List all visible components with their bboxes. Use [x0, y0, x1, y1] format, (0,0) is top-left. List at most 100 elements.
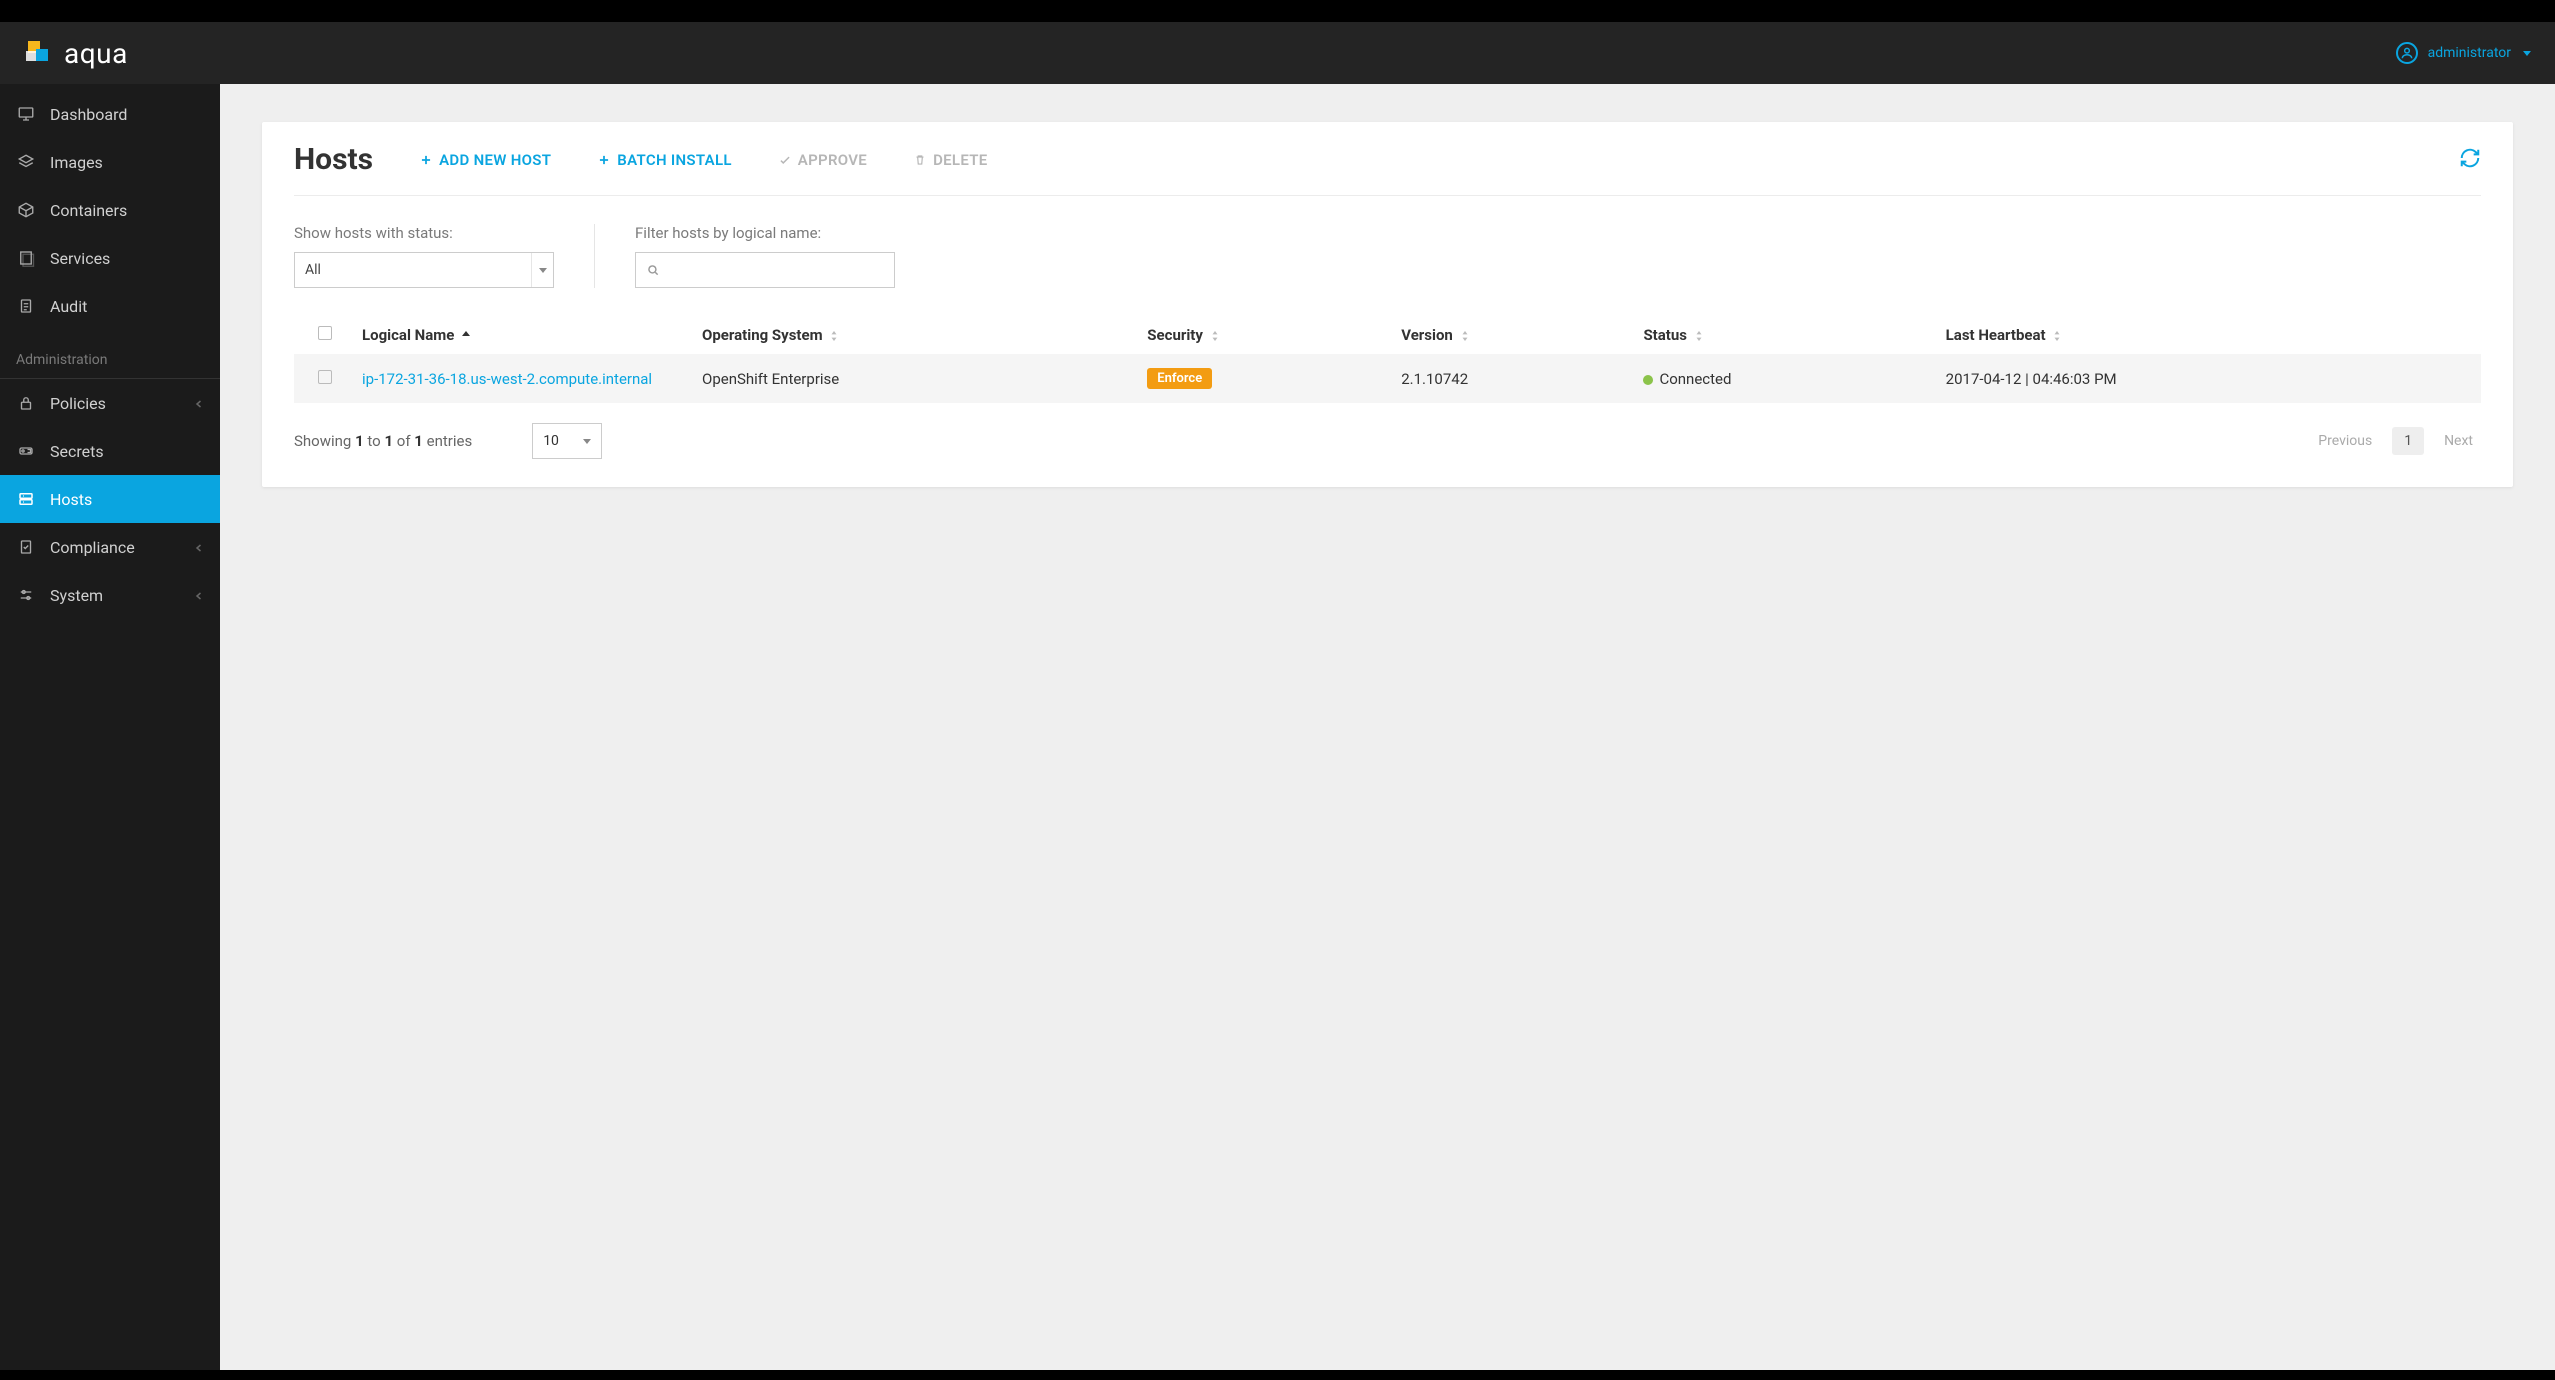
select-all-checkbox[interactable] [318, 326, 332, 340]
cell-status: Connected [1635, 354, 1937, 403]
header-label: Last Heartbeat [1946, 326, 2046, 344]
select-caret-box [531, 253, 553, 287]
sidebar-item-secrets[interactable]: Secrets [0, 427, 220, 475]
sidebar-item-label: Compliance [50, 538, 135, 557]
select-value: All [305, 262, 531, 278]
header-label: Status [1643, 326, 1687, 344]
sort-icon [1461, 331, 1469, 341]
sidebar-item-system[interactable]: System [0, 571, 220, 619]
status-filter-label: Show hosts with status: [294, 224, 554, 242]
bottom-band [0, 1370, 2555, 1380]
sidebar-item-audit[interactable]: Audit [0, 282, 220, 330]
clipboard-icon [16, 296, 36, 316]
batch-install-button[interactable]: BATCH INSTALL [597, 151, 732, 169]
col-header-os[interactable]: Operating System [694, 316, 1139, 354]
delete-button: DELETE [913, 151, 987, 169]
sort-icon [2053, 331, 2061, 341]
row-checkbox[interactable] [318, 370, 332, 384]
col-header-security[interactable]: Security [1139, 316, 1393, 354]
user-menu[interactable]: administrator [2396, 42, 2531, 64]
header-label: Logical Name [362, 326, 454, 344]
header-label: Security [1147, 326, 1203, 344]
next-page-button[interactable]: Next [2436, 427, 2481, 455]
hosts-card: Hosts ADD NEW HOST BATCH INSTALL APPROVE… [262, 122, 2513, 487]
security-badge: Enforce [1147, 368, 1212, 389]
col-header-heartbeat[interactable]: Last Heartbeat [1938, 316, 2481, 354]
sidebar-item-label: Services [50, 249, 110, 268]
page-number-button[interactable]: 1 [2392, 427, 2424, 455]
refresh-icon [2459, 147, 2481, 169]
host-link[interactable]: ip-172-31-36-18.us-west-2.compute.intern… [362, 370, 652, 388]
sidebar-item-label: Audit [50, 297, 87, 316]
hosts-table: Logical Name Operating System Security [294, 316, 2481, 403]
name-filter-block: Filter hosts by logical name: [635, 224, 895, 288]
approve-button: APPROVE [778, 151, 867, 169]
sidebar-item-policies[interactable]: Policies [0, 379, 220, 427]
col-header-logical-name[interactable]: Logical Name [354, 316, 694, 354]
sidebar-item-label: Hosts [50, 490, 92, 509]
sidebar-item-label: System [50, 586, 103, 605]
col-header-status[interactable]: Status [1635, 316, 1937, 354]
sidebar-item-compliance[interactable]: Compliance [0, 523, 220, 571]
lock-icon [16, 393, 36, 413]
divider [594, 224, 595, 288]
status-filter-block: Show hosts with status: All [294, 224, 554, 288]
name-filter-label: Filter hosts by logical name: [635, 224, 895, 242]
logo-icon [24, 39, 52, 67]
user-label: administrator [2428, 45, 2511, 61]
sliders-icon [16, 585, 36, 605]
sidebar-item-label: Containers [50, 201, 127, 220]
status-dot-icon [1643, 375, 1653, 385]
select-value: 10 [543, 433, 583, 449]
page-size-select[interactable]: 10 [532, 423, 602, 459]
pager: Previous 1 Next [2310, 427, 2481, 455]
box-icon [16, 200, 36, 220]
app-header: aqua administrator [0, 22, 2555, 84]
check-clipboard-icon [16, 537, 36, 557]
sidebar-item-label: Secrets [50, 442, 104, 461]
caret-down-icon [583, 439, 591, 444]
sort-icon [1695, 331, 1703, 341]
header-label: Operating System [702, 326, 823, 344]
sidebar-item-dashboard[interactable]: Dashboard [0, 90, 220, 138]
refresh-button[interactable] [2459, 147, 2481, 173]
table-footer: Showing 1 to 1 of 1 entries 10 Previous … [294, 403, 2481, 459]
col-header-version[interactable]: Version [1393, 316, 1635, 354]
stack-icon [16, 248, 36, 268]
action-label: DELETE [933, 151, 987, 169]
plus-icon [597, 153, 611, 167]
browser-chrome [0, 0, 2555, 22]
sidebar-item-containers[interactable]: Containers [0, 186, 220, 234]
trash-icon [913, 153, 927, 167]
search-icon [646, 263, 660, 277]
sidebar-item-label: Images [50, 153, 103, 172]
cell-version: 2.1.10742 [1393, 354, 1635, 403]
add-new-host-button[interactable]: ADD NEW HOST [419, 151, 551, 169]
sidebar-item-services[interactable]: Services [0, 234, 220, 282]
caret-down-icon [539, 268, 547, 273]
cell-os: OpenShift Enterprise [694, 354, 1139, 403]
key-icon [16, 441, 36, 461]
chevron-left-icon [194, 538, 204, 557]
sidebar-section-label: Administration [0, 330, 220, 378]
logo[interactable]: aqua [24, 37, 128, 70]
page-title: Hosts [294, 142, 373, 177]
filters: Show hosts with status: All Filter hosts… [294, 196, 2481, 306]
sidebar-item-images[interactable]: Images [0, 138, 220, 186]
brand-text: aqua [64, 37, 128, 70]
status-filter-select[interactable]: All [294, 252, 554, 288]
check-icon [778, 153, 792, 167]
sort-asc-icon [462, 331, 470, 341]
caret-down-icon [2523, 51, 2531, 56]
prev-page-button[interactable]: Previous [2310, 427, 2380, 455]
action-label: ADD NEW HOST [439, 151, 551, 169]
sort-icon [830, 331, 838, 341]
chevron-left-icon [194, 394, 204, 413]
showing-text: Showing 1 to 1 of 1 entries [294, 432, 472, 450]
name-filter-input-wrap[interactable] [635, 252, 895, 288]
sidebar-item-hosts[interactable]: Hosts [0, 475, 220, 523]
header-label: Version [1401, 326, 1453, 344]
sidebar: Dashboard Images Containers Services Aud… [0, 84, 220, 1370]
name-filter-input[interactable] [668, 262, 884, 278]
action-label: BATCH INSTALL [617, 151, 732, 169]
